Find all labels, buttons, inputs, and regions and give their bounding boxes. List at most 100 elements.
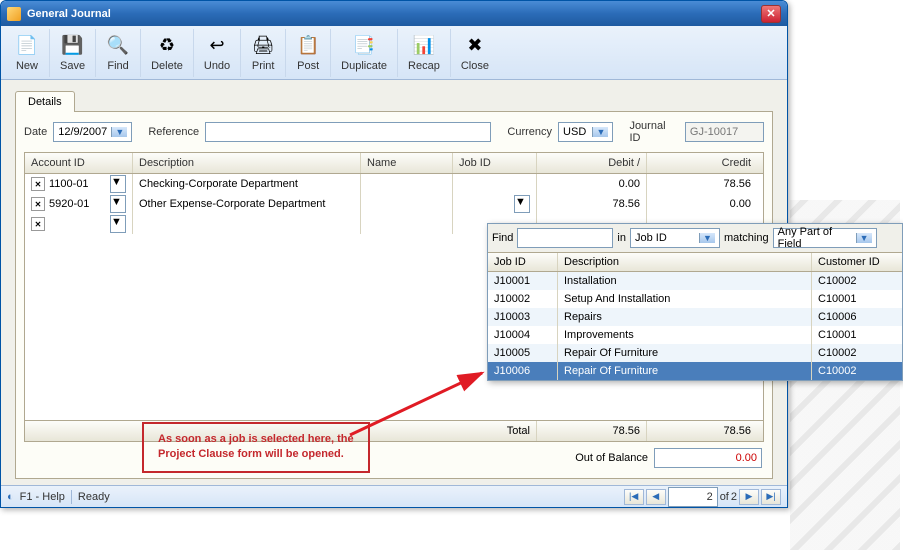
lookup-desc: Repair Of Furniture	[558, 362, 812, 380]
jobid-lookup-popup: Find in Job ID ▼ matching Any Part of Fi…	[487, 223, 903, 381]
window-title: General Journal	[27, 8, 111, 20]
cell-job[interactable]	[453, 174, 537, 194]
reference-label: Reference	[148, 126, 199, 138]
col-job[interactable]: Job ID	[453, 153, 537, 173]
lookup-cust: C10001	[812, 290, 900, 308]
col-name[interactable]: Name	[361, 153, 453, 173]
total-credit: 78.56	[647, 421, 757, 441]
cell-account[interactable]: 1100-01	[49, 178, 110, 190]
col-debit[interactable]: Debit /	[537, 153, 647, 173]
table-row[interactable]: ✕ 1100-01▼ Checking-Corporate Department 0.…	[25, 174, 763, 194]
lookup-job: J10005	[488, 344, 558, 362]
total-debit: 78.56	[537, 421, 647, 441]
balance-value: 0.00	[654, 448, 762, 468]
find-button-icon: 🔍	[106, 34, 130, 58]
save-button[interactable]: 💾Save	[50, 29, 96, 77]
popup-in-select[interactable]: Job ID ▼	[630, 228, 720, 248]
cell-name[interactable]	[361, 174, 453, 194]
cell-account[interactable]: 5920-01	[49, 198, 110, 210]
nav-first-button[interactable]: |◀	[624, 489, 644, 505]
cell-name[interactable]	[361, 194, 453, 214]
tool-label: Find	[107, 60, 128, 72]
lookup-row[interactable]: J10001InstallationC10002	[488, 272, 902, 290]
date-label: Date	[24, 126, 47, 138]
chevron-down-icon[interactable]: ▼	[110, 195, 126, 213]
lookup-job: J10002	[488, 290, 558, 308]
lookup-row[interactable]: J10002Setup And InstallationC10001	[488, 290, 902, 308]
tool-label: Delete	[151, 60, 183, 72]
close-button[interactable]: ✖ Close	[451, 29, 499, 77]
lookup-job: J10006	[488, 362, 558, 380]
popup-find-input[interactable]	[517, 228, 613, 248]
cell-debit[interactable]: 78.56	[537, 194, 647, 214]
tab-details[interactable]: Details	[15, 91, 75, 112]
cell-description[interactable]: Other Expense-Corporate Department	[133, 194, 361, 214]
chevron-down-icon[interactable]: ▼	[110, 215, 126, 233]
nav-prev-button[interactable]: ◀	[646, 489, 666, 505]
chevron-down-icon[interactable]: ▼	[592, 127, 608, 137]
date-input[interactable]: 12/9/2007 ▼	[53, 122, 132, 142]
close-button-icon: ✖	[463, 34, 487, 58]
balance-label: Out of Balance	[575, 452, 648, 464]
recap-button[interactable]: 📊Recap	[398, 29, 451, 77]
lookup-desc: Setup And Installation	[558, 290, 812, 308]
page-current[interactable]: 2	[668, 487, 718, 507]
post-button-icon: 📋	[296, 34, 320, 58]
chevron-down-icon[interactable]: ▼	[856, 233, 872, 243]
chevron-down-icon[interactable]: ▼	[699, 233, 715, 243]
row-delete-button[interactable]: ✕	[31, 197, 45, 211]
find-button[interactable]: 🔍 Find	[96, 29, 141, 77]
col-description[interactable]: Description	[133, 153, 361, 173]
cell-credit[interactable]: 0.00	[647, 194, 757, 214]
help-label[interactable]: F1 - Help	[20, 491, 65, 503]
row-delete-button[interactable]: ✕	[31, 177, 45, 191]
tool-label: Print	[252, 60, 275, 72]
popup-col-desc[interactable]: Description	[558, 253, 812, 271]
print-button[interactable]: 🖨 Print	[241, 29, 286, 77]
nav-next-button[interactable]: ▶	[739, 489, 759, 505]
popup-matching-select[interactable]: Any Part of Field ▼	[773, 228, 877, 248]
cell-description[interactable]: Checking-Corporate Department	[133, 174, 361, 194]
toolbar: 📄New💾Save 🔍 Find ♻Delete↩Undo 🖨 Print 📋 Post 📑Du…	[1, 26, 787, 80]
cell-job[interactable]: ▼	[453, 194, 537, 214]
new-button[interactable]: 📄New	[5, 29, 50, 77]
post-button[interactable]: 📋 Post	[286, 29, 331, 77]
lookup-desc: Installation	[558, 272, 812, 290]
save-button-icon: 💾	[61, 34, 85, 58]
lookup-job: J10004	[488, 326, 558, 344]
statusbar: ◐ F1 - Help Ready |◀ ◀ 2 of 2 ▶ ▶|	[1, 485, 787, 507]
lookup-row[interactable]: J10003RepairsC10006	[488, 308, 902, 326]
cell-name[interactable]	[361, 214, 453, 234]
row-delete-button[interactable]: ✕	[31, 217, 45, 231]
tool-label: Post	[297, 60, 319, 72]
chevron-down-icon[interactable]: ▼	[514, 195, 530, 213]
tool-label: Close	[461, 60, 489, 72]
tool-label: New	[16, 60, 38, 72]
col-credit[interactable]: Credit	[647, 153, 757, 173]
reference-input[interactable]	[205, 122, 491, 142]
table-row[interactable]: ✕5920-01▼Other Expense-Corporate Departm…	[25, 194, 763, 214]
cell-debit[interactable]: 0.00	[537, 174, 647, 194]
close-window-button[interactable]: ✕	[761, 5, 781, 23]
help-icon: ◐	[7, 491, 14, 503]
duplicate-button[interactable]: 📑Duplicate	[331, 29, 398, 77]
lookup-desc: Repairs	[558, 308, 812, 326]
currency-select[interactable]: USD ▼	[558, 122, 613, 142]
duplicate-button-icon: 📑	[352, 34, 376, 58]
chevron-down-icon[interactable]: ▼	[110, 175, 126, 193]
nav-last-button[interactable]: ▶|	[761, 489, 781, 505]
lookup-row[interactable]: J10006Repair Of FurnitureC10002	[488, 362, 902, 380]
popup-col-job[interactable]: Job ID	[488, 253, 558, 271]
print-button-icon: 🖨	[251, 34, 275, 58]
titlebar: General Journal ✕	[1, 1, 787, 26]
col-account[interactable]: Account ID	[25, 153, 133, 173]
cell-credit[interactable]: 78.56	[647, 174, 757, 194]
lookup-row[interactable]: J10005Repair Of FurnitureC10002	[488, 344, 902, 362]
popup-col-cust[interactable]: Customer ID	[812, 253, 900, 271]
lookup-row[interactable]: J10004ImprovementsC10001	[488, 326, 902, 344]
chevron-down-icon[interactable]: ▼	[111, 127, 127, 137]
cell-description[interactable]	[133, 214, 361, 234]
delete-button[interactable]: ♻Delete	[141, 29, 194, 77]
undo-button[interactable]: ↩Undo	[194, 29, 241, 77]
lookup-cust: C10001	[812, 326, 900, 344]
